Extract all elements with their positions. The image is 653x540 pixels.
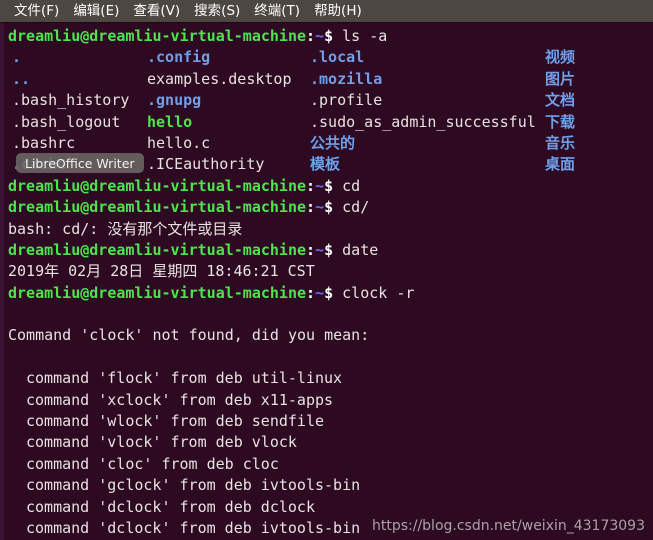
- menu-search[interactable]: 搜索(S): [187, 1, 247, 22]
- ls-entry: 图片: [545, 69, 576, 88]
- suggestion-line: command 'flock' from deb util-linux: [26, 369, 343, 388]
- ls-row: .bash_logout hello .sudo_as_admin_succes…: [8, 112, 653, 133]
- cd-error-line: bash: cd/: 没有那个文件或目录: [8, 219, 243, 238]
- ls-entry: .ICEauthority: [147, 155, 265, 174]
- prompt-colon: :: [306, 283, 316, 302]
- ls-row: .cache .ICEauthority 模板 桌面: [8, 154, 653, 175]
- suggestion-line: command 'gclock' from deb ivtools-bin: [26, 476, 361, 495]
- menu-view[interactable]: 查看(V): [126, 1, 187, 22]
- ls-entry: 下载: [545, 112, 576, 131]
- command-ls: ls -a: [342, 27, 388, 45]
- prompt-path: ~: [315, 176, 325, 195]
- prompt-sigil: $: [324, 176, 334, 195]
- terminal-screen: dreamliu@dreamliu-virtual-machine:~$ ls …: [4, 23, 653, 540]
- suggestion-line: command 'vlock' from deb vlock: [26, 433, 297, 452]
- ls-entry: hello: [147, 112, 193, 131]
- ls-row: .bashrc hello.c 公共的 音乐: [8, 133, 653, 154]
- prompt-sigil: $: [324, 198, 334, 217]
- ls-entry: ..: [12, 69, 31, 88]
- ls-entry: .gnupg: [147, 91, 202, 110]
- suggestion-line: command 'xclock' from deb x11-apps: [26, 390, 334, 409]
- command-cd-slash: cd/: [342, 198, 370, 217]
- prompt-user-host: dreamliu@dreamliu-virtual-machine: [8, 176, 307, 195]
- prompt-colon: :: [306, 198, 316, 217]
- suggestion-line: command 'wlock' from deb sendfile: [26, 412, 325, 431]
- prompt-sigil: $: [324, 240, 334, 259]
- terminal-line-prompt-clock: dreamliu@dreamliu-virtual-machine:~$ clo…: [8, 283, 653, 304]
- ls-entry: .bash_history: [12, 91, 130, 110]
- terminal-line-prompt-ls: dreamliu@dreamliu-virtual-machine:~$ ls …: [8, 26, 653, 47]
- command-not-found-header: Command 'clock' not found, did you mean:: [8, 326, 370, 345]
- ls-entry: .mozilla: [310, 69, 383, 88]
- ls-entry: .bashrc: [12, 133, 76, 152]
- blog-watermark: https://blog.csdn.net/weixin_43173093: [371, 518, 645, 534]
- prompt-colon: :: [306, 27, 316, 45]
- ls-entry: .bash_logout: [12, 112, 121, 131]
- ls-entry: hello.c: [147, 133, 211, 152]
- ls-entry: .: [12, 48, 22, 67]
- prompt-sigil: $: [324, 27, 334, 45]
- terminal-window: 文件(F) 编辑(E) 查看(V) 搜索(S) 终端(T) 帮助(H) drea…: [0, 0, 653, 540]
- ls-entry: .local: [310, 48, 365, 67]
- ls-row: .bash_history .gnupg .profile 文档: [8, 90, 653, 111]
- menu-terminal[interactable]: 终端(T): [247, 1, 307, 22]
- prompt-path: ~: [315, 240, 325, 259]
- command-clock: clock -r: [342, 283, 415, 302]
- terminal-line-prompt-date: dreamliu@dreamliu-virtual-machine:~$ dat…: [8, 240, 653, 261]
- command-date: date: [342, 240, 379, 259]
- prompt-sigil: $: [324, 283, 334, 302]
- menu-file[interactable]: 文件(F): [7, 1, 66, 22]
- prompt-user-host: dreamliu@dreamliu-virtual-machine: [8, 283, 307, 302]
- terminal-line-prompt-cd-slash: dreamliu@dreamliu-virtual-machine:~$ cd/: [8, 197, 653, 218]
- prompt-colon: :: [306, 240, 316, 259]
- ls-entry: 音乐: [545, 133, 576, 152]
- command-cd: cd: [342, 176, 361, 195]
- prompt-user-host: dreamliu@dreamliu-virtual-machine: [8, 27, 307, 45]
- prompt-user-host: dreamliu@dreamliu-virtual-machine: [8, 240, 307, 259]
- ls-entry: examples.desktop: [147, 69, 292, 88]
- prompt-colon: :: [306, 176, 316, 195]
- terminal-line-prompt-cd: dreamliu@dreamliu-virtual-machine:~$ cd: [8, 176, 653, 197]
- ls-entry: 公共的: [310, 133, 356, 152]
- ls-entry: .cache: [12, 155, 67, 174]
- ls-entry: .sudo_as_admin_successful: [310, 112, 536, 131]
- date-output-line: 2019年 02月 28日 星期四 18:46:21 CST: [8, 262, 315, 281]
- ls-entry: 视频: [545, 48, 576, 67]
- menu-edit[interactable]: 编辑(E): [66, 1, 126, 22]
- command-ls-spacer: [333, 27, 342, 45]
- terminal-body[interactable]: dreamliu@dreamliu-virtual-machine:~$ ls …: [0, 23, 653, 540]
- prompt-user-host: dreamliu@dreamliu-virtual-machine: [8, 198, 307, 217]
- prompt-path: ~: [315, 27, 325, 45]
- ls-row: . .config .local 视频: [8, 47, 653, 68]
- suggestion-line: command 'dclock' from deb dclock: [26, 497, 315, 516]
- prompt-path: ~: [315, 283, 325, 302]
- ls-entry: 文档: [545, 91, 576, 110]
- menu-bar: 文件(F) 编辑(E) 查看(V) 搜索(S) 终端(T) 帮助(H): [0, 0, 653, 23]
- menu-help[interactable]: 帮助(H): [307, 1, 369, 22]
- ls-entry: 桌面: [545, 155, 576, 174]
- prompt-path: ~: [315, 198, 325, 217]
- ls-entry: 模板: [310, 155, 341, 174]
- suggestion-line: command 'cloc' from deb cloc: [26, 454, 279, 473]
- ls-entry: .profile: [310, 91, 383, 110]
- ls-row: .. examples.desktop .mozilla 图片: [8, 69, 653, 90]
- ls-entry: .config: [147, 48, 211, 67]
